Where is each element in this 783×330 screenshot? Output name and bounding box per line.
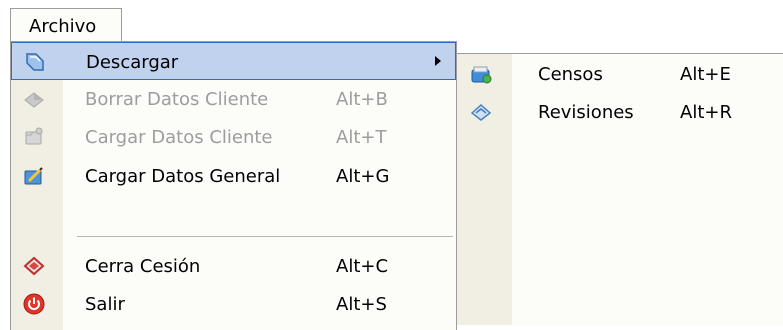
- submenu-item-label: Revisiones: [538, 102, 634, 123]
- menu-item-label: Borrar Datos Cliente: [85, 89, 269, 110]
- load-general-icon: [23, 165, 45, 187]
- logout-icon: [23, 255, 45, 277]
- revisions-icon: [470, 101, 492, 123]
- menu-item-cerra-cesion[interactable]: Cerra Cesión Alt+C: [11, 247, 456, 285]
- menu-item-label: Descargar: [86, 52, 179, 73]
- menu-item-shortcut: Alt+T: [336, 127, 387, 148]
- menu-item-label: Salir: [85, 294, 125, 315]
- menu-archivo-label: Archivo: [29, 16, 97, 37]
- menu-item-shortcut: Alt+C: [336, 256, 389, 277]
- archivo-dropdown-menu: Descargar Borrar Datos Cliente Alt+B Car…: [10, 41, 457, 330]
- menu-item-cargar-datos-general[interactable]: Cargar Datos General Alt+G: [11, 157, 456, 195]
- submenu-item-shortcut: Alt+R: [680, 102, 732, 123]
- census-icon: [470, 63, 492, 85]
- submenu-item-censos[interactable]: Censos Alt+E: [457, 55, 783, 93]
- load-client-icon: [23, 126, 45, 148]
- menu-item-label: Cargar Datos General: [85, 166, 281, 187]
- menu-item-salir[interactable]: Salir Alt+S: [11, 285, 456, 323]
- menu-item-descargar[interactable]: Descargar: [11, 42, 456, 80]
- menu-item-shortcut: Alt+G: [336, 166, 390, 187]
- menu-separator: [77, 236, 453, 237]
- menu-item-shortcut: Alt+B: [336, 89, 388, 110]
- erase-icon: [23, 88, 45, 110]
- menu-item-label: Cerra Cesión: [85, 256, 201, 277]
- submenu-arrow-icon: [435, 56, 441, 66]
- submenu-item-revisiones[interactable]: Revisiones Alt+R: [457, 93, 783, 131]
- download-icon: [24, 51, 46, 73]
- menu-archivo[interactable]: Archivo: [10, 8, 122, 42]
- power-icon: [23, 293, 45, 315]
- descargar-submenu: Censos Alt+E Revisiones Alt+R: [456, 53, 783, 325]
- menu-item-label: Cargar Datos Cliente: [85, 127, 273, 148]
- menu-item-borrar-datos-cliente[interactable]: Borrar Datos Cliente Alt+B: [11, 80, 456, 118]
- submenu-item-label: Censos: [538, 64, 603, 85]
- menu-item-shortcut: Alt+S: [336, 294, 387, 315]
- submenu-item-shortcut: Alt+E: [680, 64, 731, 85]
- menu-item-cargar-datos-cliente[interactable]: Cargar Datos Cliente Alt+T: [11, 118, 456, 156]
